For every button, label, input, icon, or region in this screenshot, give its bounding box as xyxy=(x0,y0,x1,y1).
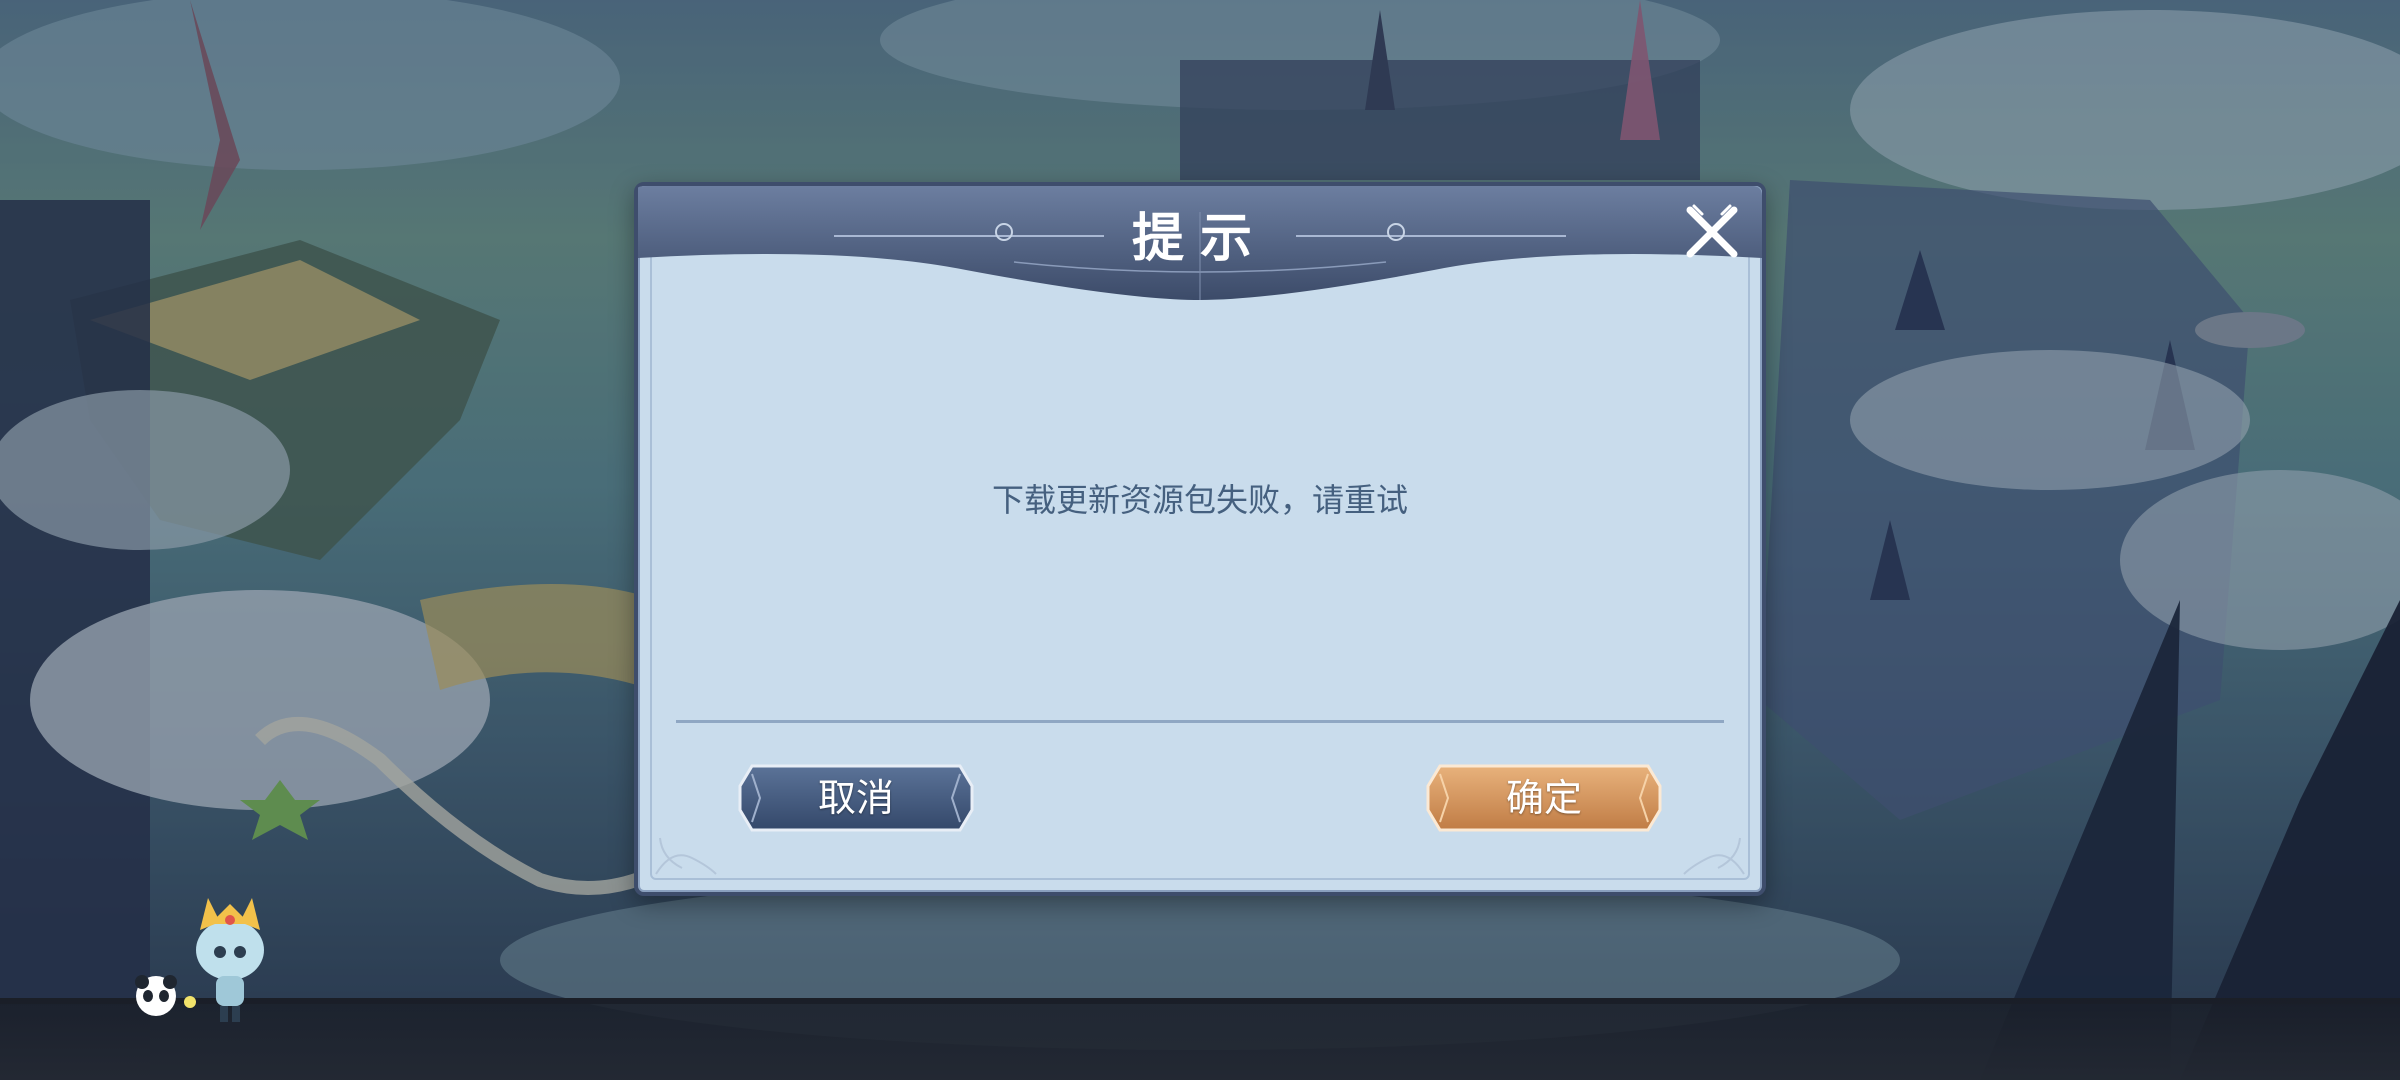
mascot-icon xyxy=(135,898,264,1022)
corner-ornament-right xyxy=(1683,837,1745,875)
dialog-title: 提示 xyxy=(1131,209,1268,269)
confirm-button[interactable]: 确定 xyxy=(1426,762,1662,834)
close-icon xyxy=(1686,204,1738,258)
cancel-button[interactable]: 取消 xyxy=(738,762,974,834)
confirm-button-label: 确定 xyxy=(1505,776,1582,820)
dialog-message: 下载更新资源包失败，请重试 xyxy=(991,481,1408,519)
close-button[interactable] xyxy=(1680,200,1744,264)
cancel-button-label: 取消 xyxy=(817,776,894,820)
alert-dialog: 提示 下载更新资源包失败，请重试 取消 确定 xyxy=(634,182,1766,896)
dialog-divider xyxy=(676,720,1724,723)
corner-ornament-left xyxy=(655,837,717,875)
bottom-strip xyxy=(0,1000,2400,1080)
